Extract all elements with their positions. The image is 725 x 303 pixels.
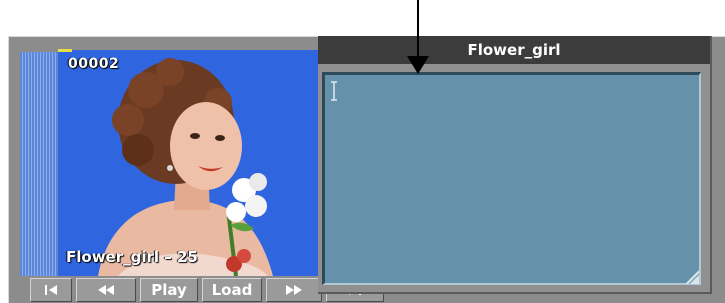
- clip-caption: Flower_girl – 25: [66, 248, 198, 266]
- rewind-icon: [95, 284, 117, 296]
- clip-image: [58, 50, 322, 276]
- notes-text-area[interactable]: [322, 72, 701, 285]
- in-point-marker: [58, 49, 72, 52]
- callout-arrow-icon: [407, 56, 429, 78]
- fast-forward-button[interactable]: [266, 278, 322, 302]
- filmstrip-edge: [20, 52, 58, 276]
- play-button[interactable]: Play: [140, 278, 198, 302]
- skip-to-start-icon: [43, 284, 59, 296]
- load-button[interactable]: Load: [202, 278, 262, 302]
- resize-grip-icon[interactable]: [685, 269, 700, 285]
- clip-thumbnail[interactable]: 00002 Flower_girl – 25: [58, 50, 322, 276]
- text-cursor-icon: [331, 81, 337, 101]
- callout-line: [417, 0, 419, 62]
- rewind-button[interactable]: [76, 278, 136, 302]
- frame-counter: 00002: [68, 56, 120, 72]
- skip-to-start-button[interactable]: [30, 278, 72, 302]
- notes-panel-title: Flower_girl: [318, 36, 710, 64]
- fast-forward-icon: [283, 284, 305, 296]
- notes-panel: Flower_girl: [318, 36, 712, 294]
